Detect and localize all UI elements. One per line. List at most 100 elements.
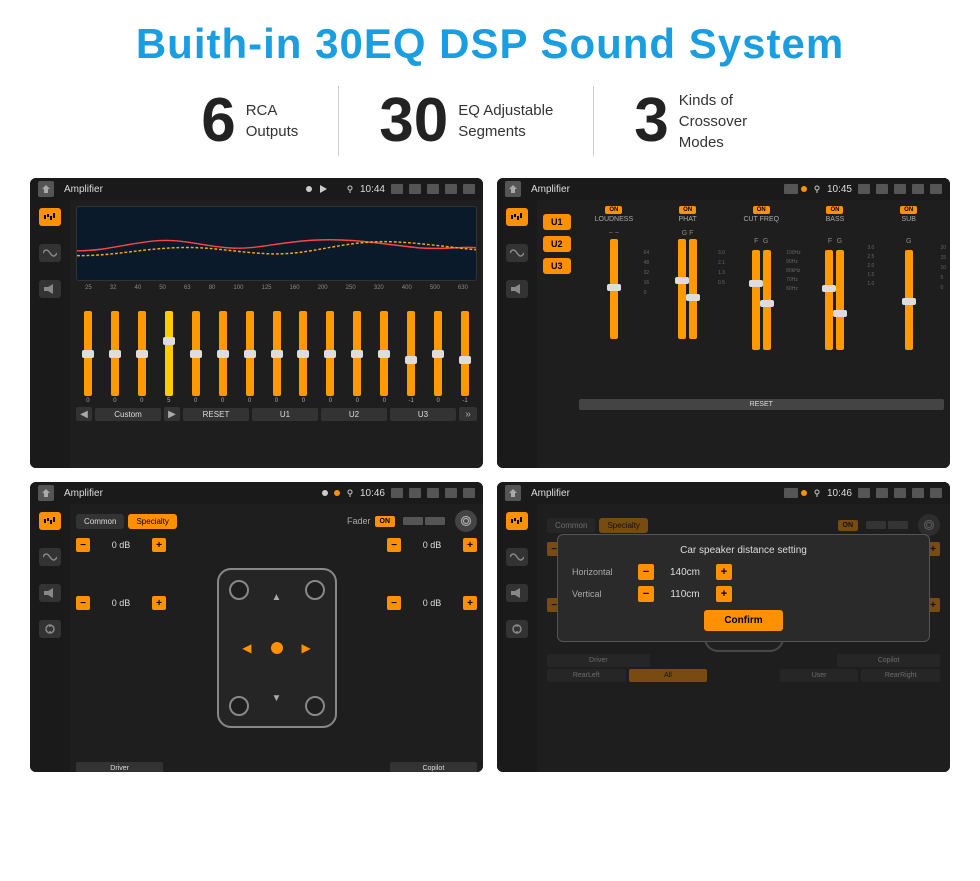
crossover-sidebar-icon-3[interactable] [506,280,528,298]
eq-slider-14[interactable]: -1 [453,311,477,404]
dist-specialty-tab[interactable]: Specialty [599,518,647,533]
screen-icon-2 [912,184,924,194]
fader-settings-btn[interactable] [455,510,477,532]
eq-next-btn[interactable]: ▶ [164,407,180,421]
driver-btn[interactable]: Driver [76,762,163,772]
dist-sidebar-icon-3[interactable] [506,584,528,602]
camera-icon [391,184,403,194]
eq-slider-12[interactable]: -1 [399,311,423,404]
eq-u1-btn[interactable]: U1 [252,408,318,421]
dist-main: Common Specialty ON [537,504,950,772]
horizontal-minus-btn[interactable]: − [638,564,654,580]
eq-u2-btn[interactable]: U2 [321,408,387,421]
fader-on-badge[interactable]: ON [375,516,396,527]
db-plus-2[interactable]: + [152,596,166,610]
eq-sidebar-eq-icon[interactable] [39,208,61,226]
copilot-btn[interactable]: Copilot [390,762,477,772]
dist-sidebar-icon-4[interactable] [506,620,528,638]
home-icon-4[interactable] [505,485,521,501]
close-icon [427,184,439,194]
u1-button[interactable]: U1 [543,214,571,230]
eq-sidebar-wave-icon[interactable] [39,244,61,262]
db-minus-2[interactable]: − [76,596,90,610]
fader-main: Common Specialty Fader ON [70,504,483,772]
eq-slider-2[interactable]: 0 [130,311,154,404]
horizontal-plus-btn[interactable]: + [716,564,732,580]
eq-slider-4[interactable]: 0 [184,311,208,404]
db-plus-4[interactable]: + [463,596,477,610]
loudness-label: LOUDNESS [595,216,634,223]
screenshot-fader: Amplifier 10:46 [30,482,483,772]
eq-more-btn[interactable]: » [459,407,477,421]
eq-slider-3[interactable]: 5 [157,311,181,404]
db-value-2: 0 dB [93,598,149,608]
vertical-minus-btn[interactable]: − [638,586,654,602]
eq-slider-1[interactable]: 0 [103,311,127,404]
eq-prev-btn[interactable]: ◀ [76,407,92,421]
crossover-sidebar-icon-2[interactable] [506,244,528,262]
db-minus-1[interactable]: − [76,538,90,552]
eq-slider-7[interactable]: 0 [265,311,289,404]
camera-icon-4 [858,488,870,498]
db-plus-1[interactable]: + [152,538,166,552]
eq-slider-11[interactable]: 0 [372,311,396,404]
fader-sidebar-icon-2[interactable] [39,548,61,566]
fader-sidebar-icon-1[interactable] [39,512,61,530]
stat-crossover: 3 Kinds ofCrossover Modes [594,90,818,153]
phat-on[interactable]: ON [679,206,696,214]
crossover-reset-btn[interactable]: RESET [579,399,944,410]
status-dot-orange [801,186,807,192]
crossover-sidebar [497,200,537,468]
eq-slider-9[interactable]: 0 [318,311,342,404]
u3-button[interactable]: U3 [543,258,571,274]
eq-slider-6[interactable]: 0 [238,311,262,404]
bass-on[interactable]: ON [826,206,843,214]
fader-right-controls: − 0 dB + − 0 dB + [387,538,477,758]
home-icon[interactable] [38,181,54,197]
db-minus-3[interactable]: − [387,538,401,552]
dist-sidebar-icon-1[interactable] [506,512,528,530]
screenshot-eq: Amplifier 10:44 [30,178,483,468]
eq-nav-row: ◀ Custom ▶ RESET U1 U2 U3 » [76,407,477,421]
eq-custom-btn[interactable]: Custom [95,408,161,421]
stat-rca-number: 6 [201,90,235,152]
volume-icon-4 [876,488,888,498]
eq-main: 253240506380100125160200250320400500630 … [70,200,483,468]
status-time-eq: 10:44 [360,184,385,195]
dist-screen-content: Common Specialty ON [497,504,950,772]
distance-dialog: Car speaker distance setting Horizontal … [557,534,930,642]
home-icon-2[interactable] [505,181,521,197]
status-time-fader: 10:46 [360,488,385,499]
specialty-tab[interactable]: Specialty [128,514,176,529]
vertical-plus-btn[interactable]: + [716,586,732,602]
fader-sidebar-icon-3[interactable] [39,584,61,602]
loudness-on[interactable]: ON [605,206,622,214]
eq-sidebar-speaker-icon[interactable] [39,280,61,298]
eq-slider-8[interactable]: 0 [292,311,316,404]
status-dot-fader-2 [334,490,340,496]
stat-rca: 6 RCAOutputs [161,90,338,152]
status-time-dist: 10:46 [827,488,852,499]
screenshots-grid: Amplifier 10:44 [30,178,950,772]
eq-slider-10[interactable]: 0 [345,311,369,404]
crossover-sidebar-icon-1[interactable] [506,208,528,226]
common-tab[interactable]: Common [76,514,124,529]
sub-on[interactable]: ON [900,206,917,214]
cutfreq-on[interactable]: ON [753,206,770,214]
eq-slider-13[interactable]: 0 [426,311,450,404]
db-plus-3[interactable]: + [463,538,477,552]
db-value-4: 0 dB [404,598,460,608]
db-minus-4[interactable]: − [387,596,401,610]
bass-label: BASS [826,216,845,223]
home-icon-3[interactable] [38,485,54,501]
eq-slider-0[interactable]: 0 [76,311,100,404]
status-bar-eq: Amplifier 10:44 [30,178,483,200]
eq-reset-btn[interactable]: RESET [183,408,249,421]
fader-sidebar-icon-4[interactable] [39,620,61,638]
dist-sidebar-icon-2[interactable] [506,548,528,566]
eq-u3-btn[interactable]: U3 [390,408,456,421]
eq-slider-5[interactable]: 0 [211,311,235,404]
confirm-button[interactable]: Confirm [704,610,782,631]
dist-common-tab[interactable]: Common [547,518,595,533]
u2-button[interactable]: U2 [543,236,571,252]
